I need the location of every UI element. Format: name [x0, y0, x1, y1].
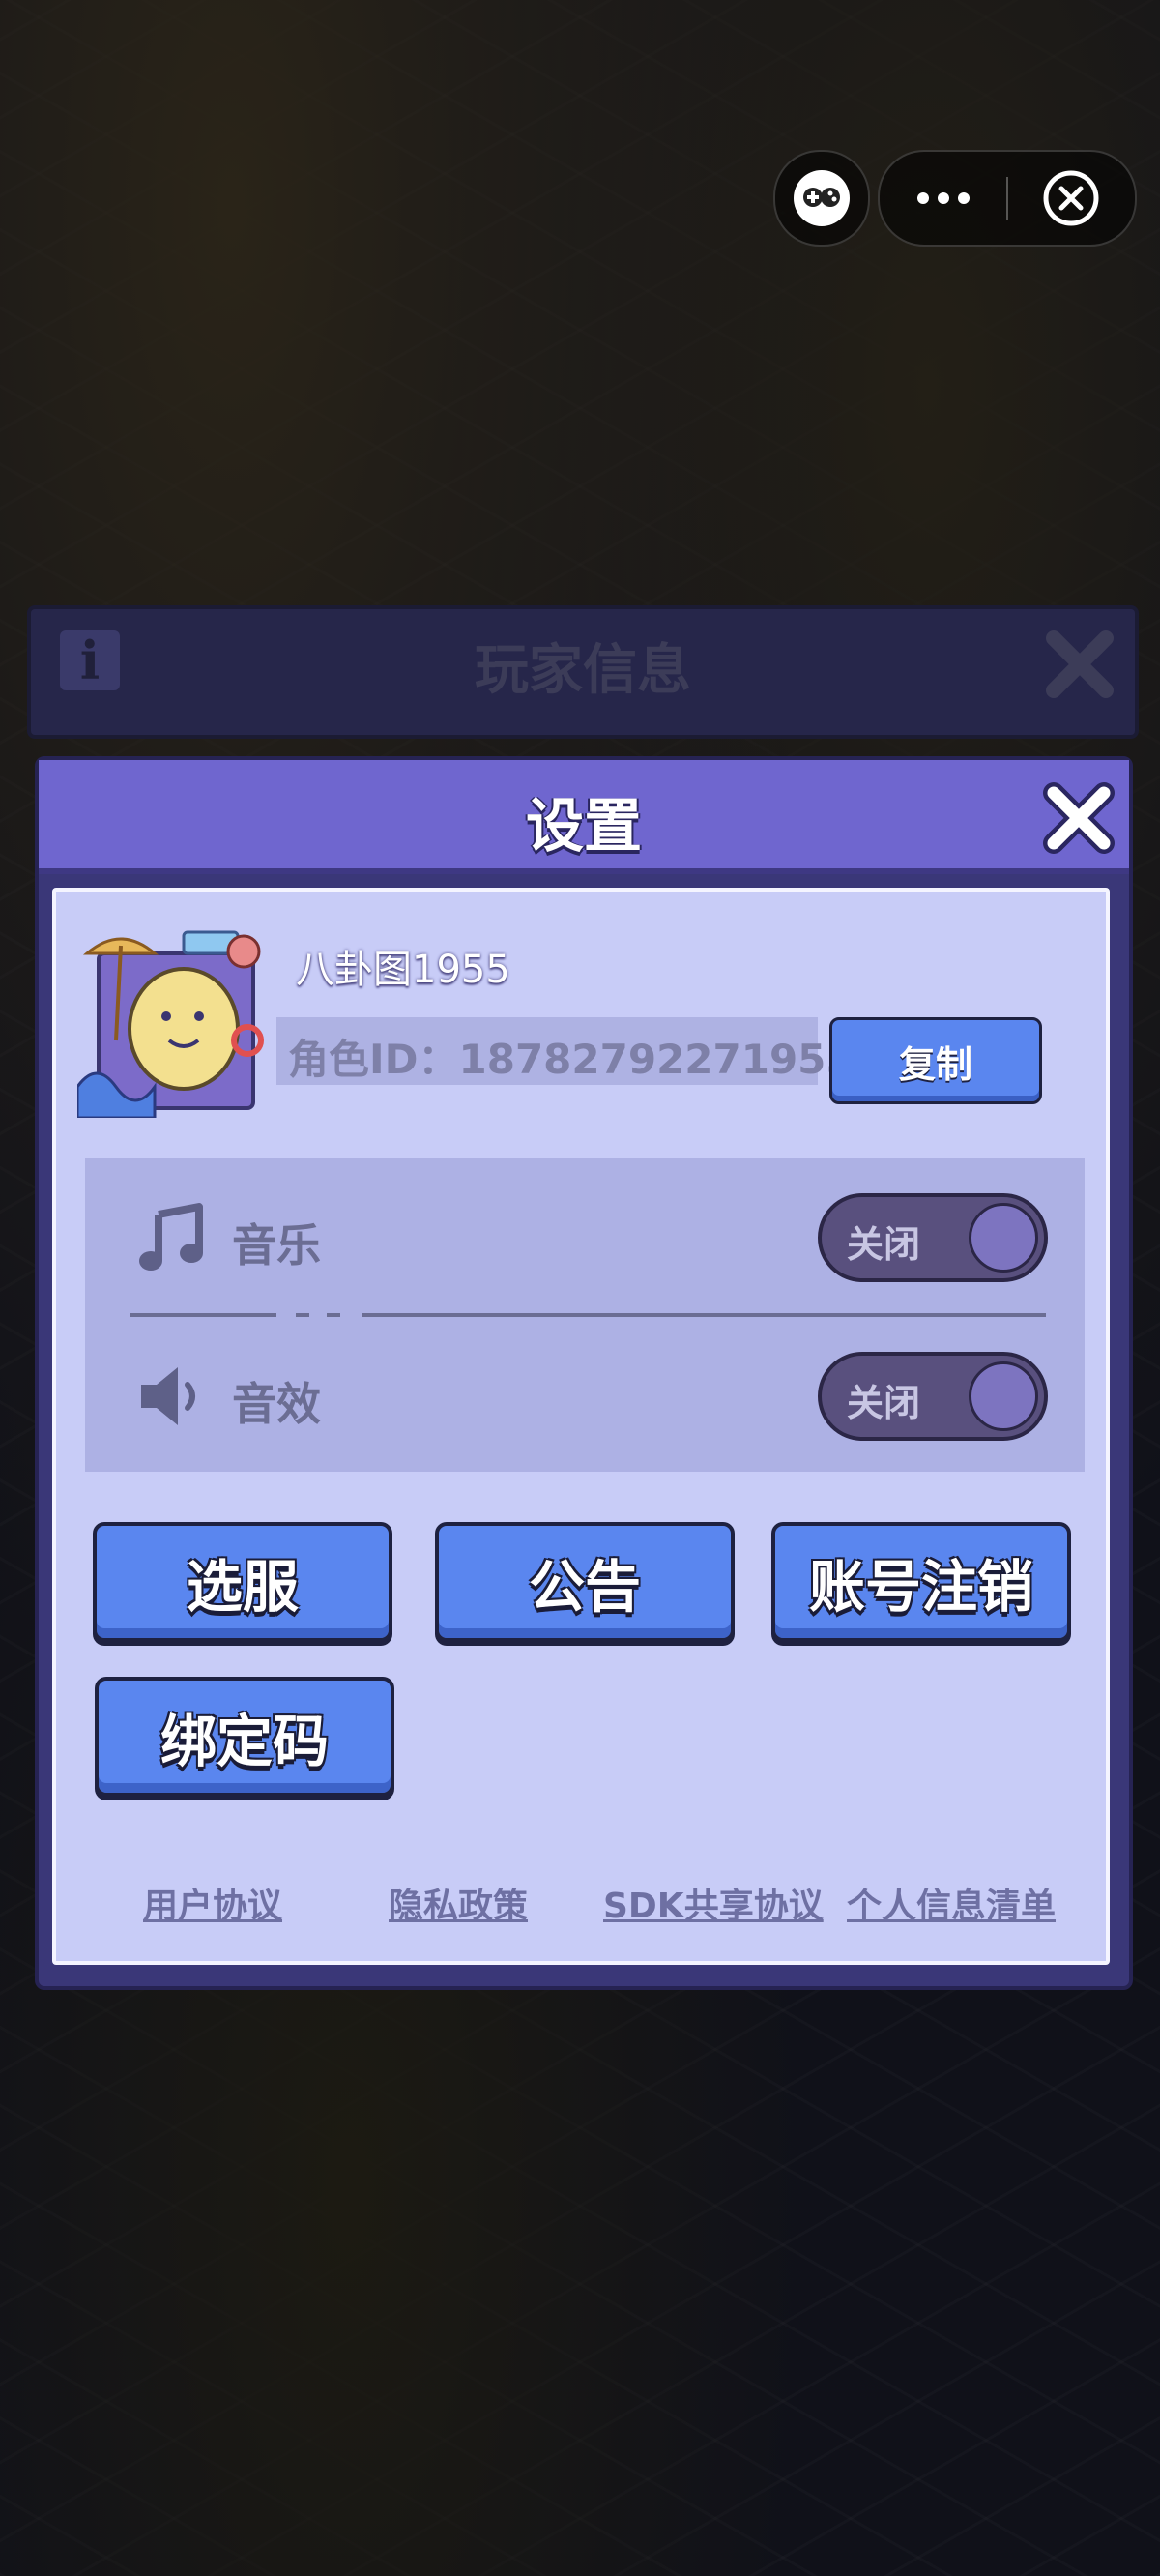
- role-id-row: 角色ID：18782792271955: [276, 1017, 855, 1085]
- audio-settings: 音乐 关闭 音效 关闭: [85, 1158, 1085, 1472]
- avatar[interactable]: [77, 924, 271, 1118]
- music-label: 音乐: [232, 1219, 321, 1272]
- player-nickname: 八卦图1955: [296, 948, 510, 992]
- music-row: 音乐 关闭: [85, 1184, 1085, 1290]
- mini-program-capsule: [878, 150, 1137, 247]
- gamepad-button[interactable]: [773, 150, 870, 247]
- role-id-label: 角色ID：: [288, 1036, 459, 1083]
- role-id-value: 18782792271955: [458, 1036, 855, 1083]
- sound-effect-toggle-label: 关闭: [847, 1382, 921, 1424]
- announcement-button[interactable]: 公告: [435, 1522, 735, 1642]
- close-x-icon: [1046, 630, 1114, 698]
- copy-id-button[interactable]: 复制: [829, 1017, 1042, 1104]
- settings-content: 八卦图1955 角色ID：18782792271955 复制 音乐 关闭 音效 …: [52, 888, 1110, 1965]
- music-toggle-label: 关闭: [847, 1223, 921, 1266]
- sdk-sharing-link[interactable]: SDK共享协议: [603, 1878, 824, 1928]
- close-circle-icon[interactable]: [1042, 169, 1100, 227]
- more-dots-icon[interactable]: [909, 175, 978, 221]
- settings-dialog: 设置 八卦图1955 角色ID：18782792271955 复制 音乐 关闭 …: [35, 756, 1133, 1990]
- personal-info-list-link[interactable]: 个人信息清单: [847, 1878, 1056, 1928]
- toggle-knob: [969, 1361, 1038, 1431]
- close-x-icon[interactable]: [1040, 779, 1117, 857]
- divider: [130, 1313, 1046, 1317]
- sound-effect-row: 音效 关闭: [85, 1342, 1085, 1449]
- music-note-icon: [139, 1203, 203, 1271]
- privacy-policy-link[interactable]: 隐私政策: [389, 1878, 528, 1928]
- sound-effect-label: 音效: [232, 1378, 321, 1430]
- player-info-panel: i 玩家信息: [27, 605, 1139, 739]
- player-info-title: 玩家信息: [475, 639, 691, 702]
- toggle-knob: [969, 1203, 1038, 1273]
- settings-header: 设置: [39, 760, 1129, 874]
- server-select-button[interactable]: 选服: [93, 1522, 392, 1642]
- user-agreement-link[interactable]: 用户协议: [143, 1878, 282, 1928]
- gamepad-icon: [794, 170, 850, 226]
- speaker-icon: [141, 1367, 195, 1425]
- sound-effect-toggle[interactable]: 关闭: [818, 1352, 1048, 1441]
- agreement-links: 用户协议 隐私政策 SDK共享协议 个人信息清单: [56, 1878, 1106, 1936]
- capsule-divider: [1006, 177, 1008, 220]
- settings-title: 设置: [526, 793, 642, 861]
- account-cancel-button[interactable]: 账号注销: [771, 1522, 1071, 1642]
- bind-code-button[interactable]: 绑定码: [95, 1677, 394, 1797]
- music-toggle[interactable]: 关闭: [818, 1193, 1048, 1282]
